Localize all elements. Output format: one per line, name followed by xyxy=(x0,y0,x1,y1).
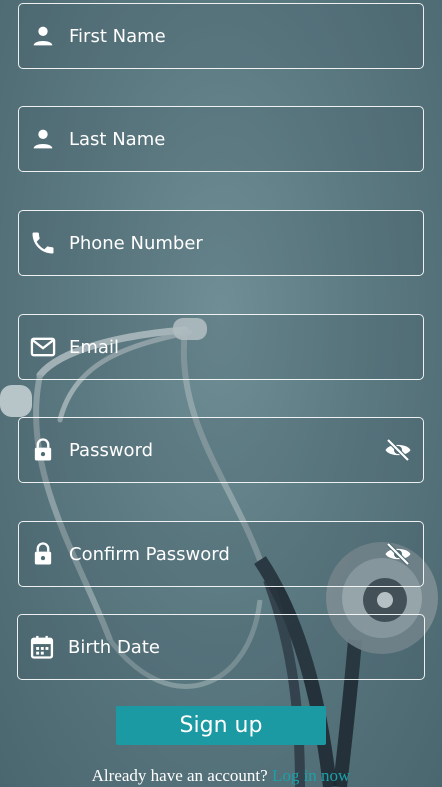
confirm-password-input[interactable] xyxy=(69,522,373,586)
eye-off-icon[interactable] xyxy=(383,435,413,465)
phone-number-field[interactable] xyxy=(18,210,424,276)
eye-off-icon[interactable] xyxy=(383,539,413,569)
password-field[interactable] xyxy=(18,417,424,483)
lock-icon xyxy=(29,540,57,568)
login-prompt: Already have an account? Log in now xyxy=(0,766,442,786)
first-name-input[interactable] xyxy=(69,4,373,68)
email-field[interactable] xyxy=(18,314,424,380)
sign-up-button[interactable]: Sign up xyxy=(116,706,326,745)
calendar-icon xyxy=(28,633,56,661)
first-name-field[interactable] xyxy=(18,3,424,69)
mail-icon xyxy=(29,333,57,361)
password-input[interactable] xyxy=(69,418,373,482)
lock-icon xyxy=(29,436,57,464)
last-name-input[interactable] xyxy=(69,107,373,171)
person-icon xyxy=(29,125,57,153)
log-in-link[interactable]: Log in now xyxy=(272,766,350,785)
phone-icon xyxy=(29,229,57,257)
last-name-field[interactable] xyxy=(18,106,424,172)
person-icon xyxy=(29,22,57,50)
email-input[interactable] xyxy=(69,315,373,379)
confirm-password-field[interactable] xyxy=(18,521,424,587)
birth-date-input[interactable] xyxy=(68,615,374,679)
phone-number-input[interactable] xyxy=(69,211,373,275)
login-prompt-text: Already have an account? xyxy=(91,766,268,785)
birth-date-field[interactable] xyxy=(17,614,425,680)
